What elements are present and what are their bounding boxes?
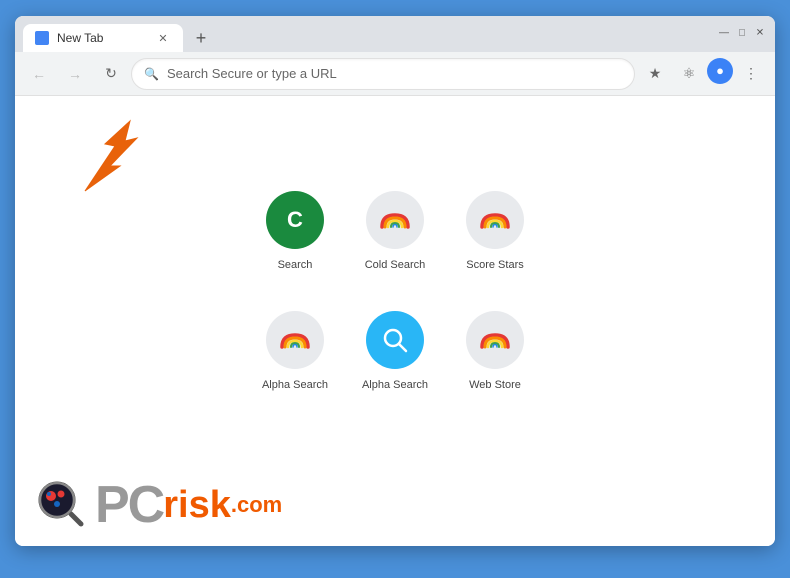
shortcut-label-alpha-search-2: Alpha Search bbox=[362, 379, 428, 391]
shortcut-icon-score-stars bbox=[466, 191, 524, 249]
shortcut-label-cold-search: Cold Search bbox=[365, 259, 426, 271]
extensions-button[interactable]: ⚛ bbox=[673, 58, 705, 90]
browser-tab[interactable]: New Tab ✕ bbox=[23, 24, 183, 52]
shortcut-alpha-search-2[interactable]: Alpha Search bbox=[350, 296, 440, 406]
shortcuts-grid: C Search Cold Search bbox=[250, 176, 540, 406]
address-bar[interactable]: 🔍 Search Secure or type a URL bbox=[131, 58, 635, 90]
new-tab-button[interactable]: + bbox=[187, 24, 215, 52]
shortcut-alpha-search-1[interactable]: Alpha Search bbox=[250, 296, 340, 406]
maximize-button[interactable]: □ bbox=[735, 26, 749, 40]
watermark: PCrisk.com bbox=[35, 478, 282, 532]
close-button[interactable]: ✕ bbox=[753, 26, 767, 40]
shortcut-icon-search: C bbox=[266, 191, 324, 249]
dotcom-text: .com bbox=[231, 492, 282, 518]
tab-favicon bbox=[35, 31, 49, 45]
shortcut-search[interactable]: C Search bbox=[250, 176, 340, 286]
refresh-button[interactable]: ↻ bbox=[95, 58, 127, 90]
pc-text: PC bbox=[95, 479, 163, 531]
tab-close-button[interactable]: ✕ bbox=[155, 30, 171, 46]
shortcut-label-web-store: Web Store bbox=[469, 379, 521, 391]
title-bar: New Tab ✕ + — □ ✕ bbox=[15, 16, 775, 52]
shortcut-web-store[interactable]: Web Store bbox=[450, 296, 540, 406]
shortcut-icon-alpha-search-2 bbox=[366, 311, 424, 369]
window-controls: — □ ✕ bbox=[717, 26, 767, 40]
minimize-button[interactable]: — bbox=[717, 26, 731, 40]
profile-button[interactable]: ● bbox=[707, 58, 733, 84]
shortcut-label-score-stars: Score Stars bbox=[466, 259, 523, 271]
nav-actions: ★ ⚛ ● ⋮ bbox=[639, 58, 767, 90]
page-content: C Search Cold Search bbox=[15, 96, 775, 546]
bookmark-button[interactable]: ★ bbox=[639, 58, 671, 90]
risk-text: risk bbox=[163, 486, 231, 524]
tab-title: New Tab bbox=[57, 31, 103, 45]
navigation-bar: ← → ↻ 🔍 Search Secure or type a URL ★ ⚛ … bbox=[15, 52, 775, 96]
forward-button[interactable]: → bbox=[59, 58, 91, 90]
shortcut-cold-search[interactable]: Cold Search bbox=[350, 176, 440, 286]
address-bar-text: Search Secure or type a URL bbox=[167, 66, 622, 81]
menu-button[interactable]: ⋮ bbox=[735, 58, 767, 90]
arrow-annotation bbox=[75, 116, 195, 196]
lock-icon: 🔍 bbox=[144, 67, 159, 81]
shortcut-icon-web-store bbox=[466, 311, 524, 369]
back-button[interactable]: ← bbox=[23, 58, 55, 90]
shortcut-score-stars[interactable]: Score Stars bbox=[450, 176, 540, 286]
shortcut-icon-cold-search bbox=[366, 191, 424, 249]
shortcut-icon-alpha-search-1 bbox=[266, 311, 324, 369]
shortcut-label-search: Search bbox=[278, 259, 313, 271]
browser-window: New Tab ✕ + — □ ✕ ← → ↻ 🔍 Search Secure … bbox=[15, 16, 775, 546]
shortcut-label-alpha-search-1: Alpha Search bbox=[262, 379, 328, 391]
pcrisk-logo: PCrisk.com bbox=[95, 479, 282, 531]
pcrisk-icon bbox=[35, 478, 89, 532]
